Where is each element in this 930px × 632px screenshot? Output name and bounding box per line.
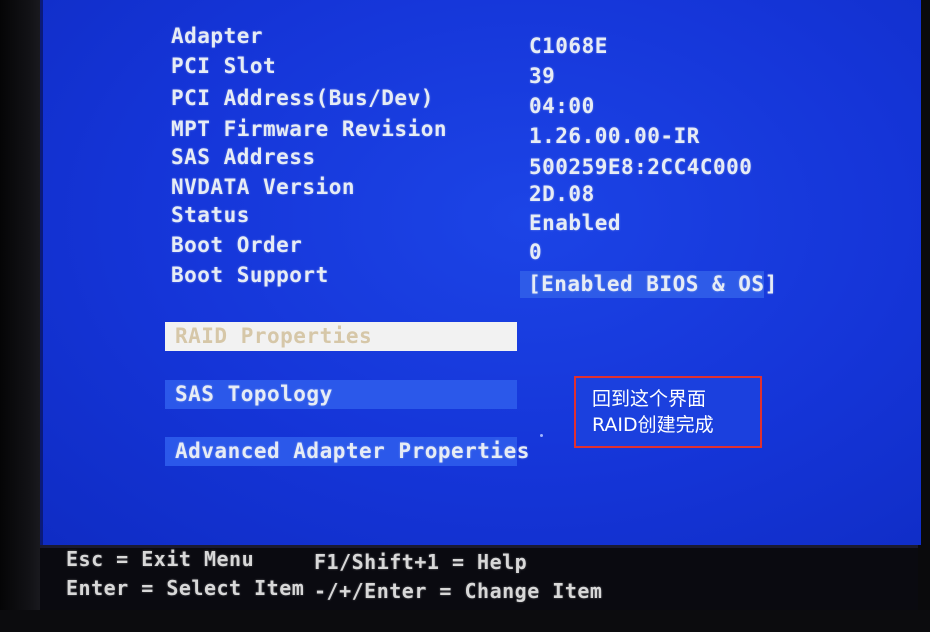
monitor-bezel — [0, 0, 42, 632]
footer-esc-exit: Esc = Exit Menu — [66, 547, 255, 571]
menu-item-raid-properties[interactable]: RAID Properties — [165, 322, 517, 351]
label-boot-order: Boot Order — [171, 233, 303, 257]
label-boot-support: Boot Support — [171, 263, 329, 287]
menu-item-advanced-adapter-properties[interactable]: Advanced Adapter Properties — [165, 437, 529, 466]
label-status: Status — [171, 203, 250, 227]
menu-item-sas-topology[interactable]: SAS Topology — [165, 380, 517, 409]
value-boot-order: 0 — [529, 240, 543, 264]
value-status: Enabled — [529, 211, 622, 235]
value-pci-slot: 39 — [529, 64, 556, 88]
value-sas-address: 500259E8:2CC4C000 — [529, 155, 753, 179]
label-adapter: Adapter — [171, 24, 264, 48]
value-nvdata-version: 2D.08 — [529, 182, 595, 206]
label-pci-address: PCI Address(Bus/Dev) — [171, 86, 434, 110]
footer-change-item: -/+/Enter = Change Item — [314, 579, 603, 603]
value-pci-address: 04:00 — [529, 94, 595, 118]
label-sas-address: SAS Address — [171, 145, 316, 169]
annotation-line-2: RAID创建完成 — [592, 414, 714, 436]
label-firmware-revision: MPT Firmware Revision — [171, 117, 448, 141]
label-pci-slot: PCI Slot — [171, 54, 277, 78]
footer-enter-select: Enter = Select Item — [66, 576, 305, 600]
annotation-box: 回到这个界面 RAID创建完成 — [574, 376, 762, 448]
screen-speck — [540, 434, 543, 437]
monitor-bottom-edge — [0, 610, 930, 632]
boot-support-selector[interactable]: [Enabled BIOS & OS] — [520, 271, 777, 298]
label-nvdata-version: NVDATA Version — [171, 175, 356, 199]
footer-f1-help: F1/Shift+1 = Help — [314, 550, 528, 574]
annotation-line-1: 回到这个界面 — [592, 388, 707, 410]
value-adapter: C1068E — [529, 34, 608, 58]
value-firmware-revision: 1.26.00.00-IR — [529, 124, 700, 148]
